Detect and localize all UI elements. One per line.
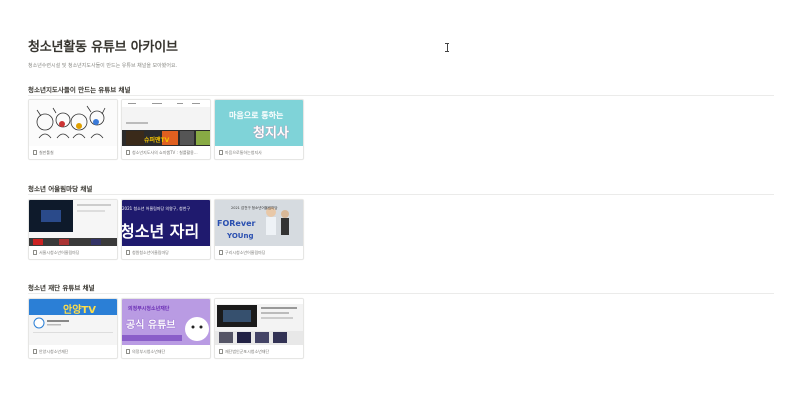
card-footer: 칠판툴칠 — [33, 148, 54, 157]
card-footer: 청소년지도사의 쇼미쌤TV : 칠를활용... — [126, 148, 198, 157]
section-heading-youth-festival: 청소년 어울림마당 채널 — [28, 185, 93, 193]
gallery-card[interactable]: 서울시청소년어울림마당 — [28, 199, 118, 260]
card-thumbnail — [215, 299, 303, 345]
thumbnail-line: FORever — [217, 219, 256, 228]
card-thumbnail: 2021 감천구 청소년어울림마당 FORever YOUng — [215, 200, 303, 246]
card-title: 서울시청소년어울림마당 — [39, 249, 80, 255]
page-icon — [126, 250, 130, 255]
card-footer: 의정부시청소년재단 — [126, 347, 165, 356]
thumbnail-line: 청지사 — [253, 126, 289, 141]
thumbnail-line: 청소년 자리 — [122, 222, 200, 241]
card-title: 청원청소년어울림마당 — [132, 249, 169, 255]
text-cursor-stem — [446, 43, 448, 52]
card-thumbnail — [29, 200, 117, 246]
card-title: 칠판툴칠 — [39, 149, 54, 155]
card-footer: 구리시청소년어울림마당 — [219, 248, 265, 257]
card-thumbnail: 안양TV — [29, 299, 117, 345]
thumbnail-line: 2021 청소년 어울림마당 의왕구, 청천구 — [122, 206, 191, 211]
section-divider — [28, 293, 774, 294]
card-thumbnail: 2021 청소년 어울림마당 의왕구, 청천구 청소년 자리 — [122, 200, 210, 246]
gallery-card[interactable]: 칠판툴칠 — [28, 99, 118, 160]
page-description: 청소년수련시설 및 청소년지도사들이 만드는 유튜브 채널을 모아봤어요. — [28, 63, 178, 69]
card-footer: 서울시청소년어울림마당 — [33, 248, 79, 257]
card-footer: 재단법인군포시청소년재단 — [219, 347, 269, 356]
page-icon — [126, 349, 130, 354]
gallery-card[interactable]: 2021 감천구 청소년어울림마당 FORever YOUng 구리시청소년어울… — [214, 199, 304, 260]
section-heading-youth-leaders: 청소년지도사들이 만드는 유튜브 채널 — [28, 86, 131, 94]
card-footer: 마음으로통하는청지사 — [219, 148, 262, 157]
page-icon — [219, 349, 223, 354]
card-title: 청소년지도사의 쇼미쌤TV : 칠를활용... — [132, 149, 198, 155]
section-heading-youth-foundation: 청소년 재단 유튜브 채널 — [28, 284, 95, 292]
thumbnail-line: 공식 유튜브 — [126, 320, 176, 331]
gallery-card[interactable]: 마음으로 통하는 청지사 마음으로통하는청지사 — [214, 99, 304, 160]
text-cursor-icon — [445, 43, 449, 52]
section-divider — [28, 95, 774, 96]
gallery-card[interactable]: 슈퍼맨TV 청소년지도사의 쇼미쌤TV : 칠를활용... — [121, 99, 211, 160]
page-icon — [33, 150, 37, 155]
gallery-card[interactable]: 재단법인군포시청소년재단 — [214, 298, 304, 359]
card-title: 구리시청소년어울림마당 — [225, 249, 266, 255]
page-title: 청소년활동 유튜브 아카이브 — [28, 40, 178, 55]
card-thumbnail: 마음으로 통하는 청지사 — [215, 100, 303, 146]
page-icon — [126, 150, 130, 155]
page-icon — [33, 349, 37, 354]
card-thumbnail: 의정부시청소년재단 공식 유튜브 — [122, 299, 210, 345]
card-title: 마음으로통하는청지사 — [225, 149, 262, 155]
card-title: 재단법인군포시청소년재단 — [225, 348, 270, 354]
thumbnail-line: 2021 감천구 청소년어울림마당 — [231, 206, 278, 210]
gallery-card[interactable]: 의정부시청소년재단 공식 유튜브 의정부시청소년재단 — [121, 298, 211, 359]
thumbnail-line: YOUng — [227, 232, 254, 240]
page-icon — [33, 250, 37, 255]
card-thumbnail: 슈퍼맨TV — [122, 100, 210, 146]
card-thumbnail — [29, 100, 117, 146]
card-footer: 안양시청소년재단 — [33, 347, 68, 356]
thumbnail-banner: 안양TV — [63, 305, 96, 316]
gallery-card[interactable]: 2021 청소년 어울림마당 의왕구, 청천구 청소년 자리 청원청소년어울림마… — [121, 199, 211, 260]
thumbnail-caption: 슈퍼맨TV — [144, 137, 170, 144]
card-title: 안양시청소년재단 — [39, 348, 69, 354]
thumbnail-line: 마음으로 통하는 — [229, 111, 284, 120]
thumbnail-line: 의정부시청소년재단 — [128, 306, 170, 312]
card-title: 의정부시청소년재단 — [132, 348, 166, 354]
section-divider — [28, 194, 774, 195]
page-icon — [219, 150, 223, 155]
card-footer: 청원청소년어울림마당 — [126, 248, 169, 257]
gallery-card[interactable]: 안양TV 안양시청소년재단 — [28, 298, 118, 359]
page-icon — [219, 250, 223, 255]
